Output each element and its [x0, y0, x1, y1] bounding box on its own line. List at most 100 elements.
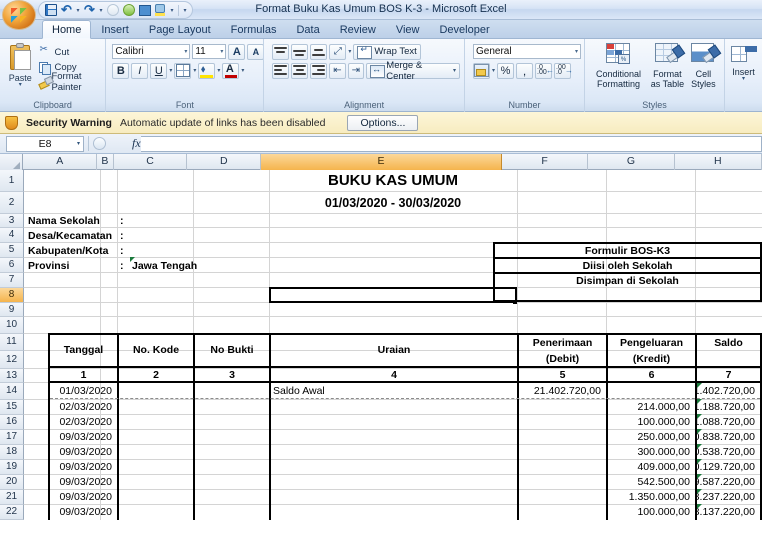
comma-style-button[interactable]: , — [516, 62, 534, 79]
font-name-combo[interactable]: Calibri ▾ — [112, 44, 191, 59]
tab-home[interactable]: Home — [42, 20, 92, 39]
row-header-14[interactable]: 14 — [0, 383, 24, 400]
bold-button[interactable]: B — [112, 62, 130, 79]
orientation-button[interactable]: ⤢ — [329, 43, 347, 60]
fill-color-chevron-down-icon[interactable]: ▾ — [217, 67, 220, 74]
paste-dropdown-icon[interactable]: ▾ — [19, 82, 22, 88]
tab-insert[interactable]: Insert — [91, 20, 139, 38]
paste-button[interactable]: Paste ▾ — [4, 43, 36, 88]
cell-kredit-r22[interactable]: 100.000,00 — [608, 504, 690, 519]
column-header-b[interactable]: B — [97, 154, 114, 170]
row-header-8[interactable]: 8 — [0, 288, 24, 303]
cell-saldo-r20[interactable]: 19.587.220,00 — [697, 474, 755, 489]
cell-kredit-r15[interactable]: 214.000,00 — [608, 399, 690, 414]
selected-cell-e8[interactable] — [269, 287, 517, 303]
row-header-20[interactable]: 20 — [0, 475, 24, 490]
cell-tanggal-r15[interactable]: 02/03/2020 — [50, 399, 112, 414]
row-header-19[interactable]: 19 — [0, 460, 24, 475]
column-header-g[interactable]: G — [588, 154, 675, 170]
cell-saldo-r14[interactable]: 21.402.720,00 — [697, 383, 755, 399]
font-size-combo[interactable]: 11 ▾ — [192, 44, 227, 59]
tab-view[interactable]: View — [386, 20, 430, 38]
format-as-table-button[interactable]: Format as Table — [648, 42, 687, 89]
name-box-chevron-down-icon[interactable]: ▾ — [77, 140, 80, 147]
font-name-chevron-down-icon[interactable]: ▾ — [182, 48, 187, 55]
tab-page-layout[interactable]: Page Layout — [139, 20, 221, 38]
column-header-e[interactable]: E — [261, 154, 502, 170]
borders-chevron-down-icon[interactable]: ▾ — [193, 67, 196, 74]
cell-saldo-r21[interactable]: 18.237.220,00 — [697, 489, 755, 504]
cell-saldo-r22[interactable]: 18.137.220,00 — [697, 504, 755, 519]
cell-tanggal-r19[interactable]: 09/03/2020 — [50, 459, 112, 474]
cell-saldo-r16[interactable]: 21.088.720,00 — [697, 414, 755, 429]
row-header-22[interactable]: 22 — [0, 505, 24, 520]
orientation-chevron-down-icon[interactable]: ▾ — [348, 48, 351, 55]
row-header-7[interactable]: 7 — [0, 273, 24, 288]
currency-button[interactable] — [473, 62, 490, 79]
row-header-3[interactable]: 3 — [0, 214, 24, 228]
align-right-button[interactable] — [310, 62, 328, 79]
row-header-1[interactable]: 1 — [0, 170, 24, 192]
cell-tanggal-r17[interactable]: 09/03/2020 — [50, 429, 112, 444]
cell-kredit-r18[interactable]: 300.000,00 — [608, 444, 690, 459]
wrap-text-button[interactable]: Wrap Text — [353, 43, 421, 60]
row-header-12[interactable]: 12 — [0, 351, 24, 369]
decrease-indent-button[interactable]: ⇤ — [329, 62, 346, 79]
increase-decimal-button[interactable]: .0.00 ← — [535, 62, 554, 79]
column-header-c[interactable]: C — [114, 154, 188, 170]
row-header-16[interactable]: 16 — [0, 415, 24, 430]
column-header-a[interactable]: A — [23, 154, 98, 170]
format-painter-button[interactable]: Format Painter — [36, 71, 101, 93]
row-header-17[interactable]: 17 — [0, 430, 24, 445]
increase-indent-button[interactable]: ⇥ — [347, 62, 364, 79]
merge-center-chevron-down-icon[interactable]: ▾ — [453, 67, 456, 74]
tab-developer[interactable]: Developer — [429, 20, 499, 38]
percent-style-button[interactable]: % — [497, 62, 515, 79]
underline-button[interactable]: U — [150, 62, 168, 79]
fill-color-button[interactable]: ⬧ — [198, 62, 216, 79]
cell-kredit-r16[interactable]: 100.000,00 — [608, 414, 690, 429]
column-header-h[interactable]: H — [675, 154, 762, 170]
row-header-6[interactable]: 6 — [0, 258, 24, 273]
row-header-11[interactable]: 11 — [0, 334, 24, 351]
row-header-13[interactable]: 13 — [0, 369, 24, 383]
cell-kredit-r20[interactable]: 542.500,00 — [608, 474, 690, 489]
row-header-15[interactable]: 15 — [0, 400, 24, 415]
cell-tanggal-r22[interactable]: 09/03/2020 — [50, 504, 112, 519]
cell-saldo-r15[interactable]: 21.188.720,00 — [697, 399, 755, 414]
align-center-button[interactable] — [291, 62, 309, 79]
office-button[interactable] — [2, 0, 36, 30]
font-color-chevron-down-icon[interactable]: ▾ — [241, 67, 244, 74]
shrink-font-button[interactable]: A — [247, 43, 265, 60]
number-format-chevron-down-icon[interactable]: ▾ — [573, 48, 578, 55]
italic-button[interactable]: I — [131, 62, 149, 79]
insert-chevron-down-icon[interactable]: ▾ — [742, 76, 745, 82]
cancel-formula-icon[interactable] — [93, 137, 106, 150]
merge-center-button[interactable]: Merge & Center ▾ — [365, 60, 460, 82]
cell-debit-r14[interactable]: 21.402.720,00 — [519, 383, 601, 399]
font-color-button[interactable]: A — [222, 62, 240, 79]
cell-styles-button[interactable]: Cell Styles — [687, 42, 720, 89]
underline-chevron-down-icon[interactable]: ▾ — [169, 67, 172, 74]
formula-input[interactable] — [140, 135, 762, 152]
borders-button[interactable] — [174, 62, 192, 79]
cell-tanggal-r21[interactable]: 09/03/2020 — [50, 489, 112, 504]
cell-kredit-r19[interactable]: 409.000,00 — [608, 459, 690, 474]
cell-uraian-r14[interactable]: Saldo Awal — [273, 383, 513, 399]
insert-function-icon[interactable]: fx — [132, 136, 141, 151]
cell-tanggal-r16[interactable]: 02/03/2020 — [50, 414, 112, 429]
cell-kredit-r14[interactable] — [608, 383, 690, 399]
cell-saldo-r19[interactable]: 20.129.720,00 — [697, 459, 755, 474]
number-format-combo[interactable]: General ▾ — [473, 44, 581, 59]
align-bottom-button[interactable] — [310, 43, 328, 60]
name-box[interactable]: E8 ▾ — [6, 135, 84, 152]
conditional-formatting-button[interactable]: % Conditional Formatting — [589, 42, 648, 89]
column-header-d[interactable]: D — [187, 154, 262, 170]
cell-tanggal-r14[interactable]: 01/03/2020 — [50, 383, 112, 399]
row-header-21[interactable]: 21 — [0, 490, 24, 505]
cell-saldo-r18[interactable]: 20.538.720,00 — [697, 444, 755, 459]
cut-button[interactable]: Cut — [36, 44, 101, 59]
row-header-4[interactable]: 4 — [0, 228, 24, 243]
row-header-18[interactable]: 18 — [0, 445, 24, 460]
tab-formulas[interactable]: Formulas — [221, 20, 287, 38]
